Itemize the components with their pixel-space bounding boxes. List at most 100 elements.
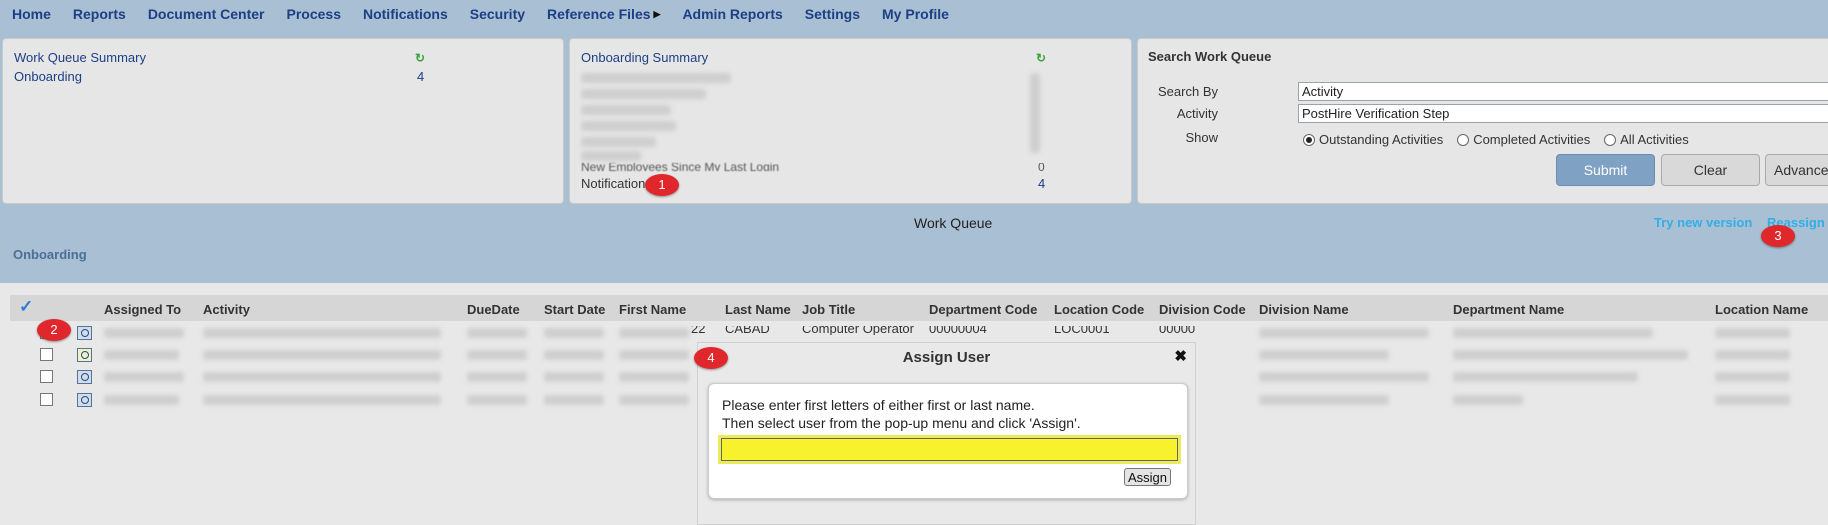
blurred-cell <box>104 395 179 405</box>
section-onboarding-label: Onboarding <box>13 247 87 262</box>
nav-notifications[interactable]: Notifications <box>363 6 448 22</box>
col-division-code[interactable]: Division Code <box>1159 302 1246 317</box>
partial-row-label: New Employees Since My Last Login <box>581 163 780 171</box>
blurred-cell <box>1715 350 1790 360</box>
assign-button[interactable]: Assign <box>1124 468 1171 486</box>
nav-reference-files-label: Reference Files <box>547 6 651 22</box>
row-checkbox[interactable] <box>40 393 53 406</box>
blurred-cell <box>544 395 604 405</box>
caret-right-icon: ▶ <box>653 8 661 19</box>
table-header: ✓ Assigned To Activity DueDate Start Dat… <box>10 295 1828 321</box>
col-activity[interactable]: Activity <box>203 302 250 317</box>
blurred-cell <box>467 350 527 360</box>
try-new-version-link[interactable]: Try new version <box>1654 215 1752 230</box>
col-job-title[interactable]: Job Title <box>802 302 855 317</box>
activity-select[interactable]: PostHire Verification Step <box>1298 104 1828 123</box>
submit-button[interactable]: Submit <box>1556 154 1655 186</box>
blurred-cell <box>203 350 441 360</box>
row-checkbox[interactable] <box>40 370 53 383</box>
blurred-row <box>581 121 676 131</box>
blurred-cell <box>104 350 179 360</box>
nav-admin-reports[interactable]: Admin Reports <box>682 6 782 22</box>
search-title: Search Work Queue <box>1148 49 1272 64</box>
radio-completed[interactable] <box>1457 134 1470 146</box>
nav-my-profile[interactable]: My Profile <box>882 6 949 22</box>
radio-completed-label[interactable]: Completed Activities <box>1473 132 1590 147</box>
col-due-date[interactable]: DueDate <box>467 302 520 317</box>
col-start-date[interactable]: Start Date <box>544 302 605 317</box>
advanced-button[interactable]: Advanced <box>1765 154 1828 186</box>
onboarding-summary-title[interactable]: Onboarding Summary <box>581 50 708 65</box>
col-location-code[interactable]: Location Code <box>1054 302 1144 317</box>
nav-document-center[interactable]: Document Center <box>148 6 265 22</box>
blurred-cell <box>1259 395 1389 405</box>
nav-home[interactable]: Home <box>12 6 51 22</box>
work-queue-title: Work Queue <box>914 215 993 231</box>
annotation-badge-1: 1 <box>645 174 679 196</box>
close-icon[interactable]: ✖ <box>1174 347 1187 365</box>
assign-user-dialog: Assign User ✖ Please enter first letters… <box>697 342 1196 525</box>
blurred-cell <box>544 372 604 382</box>
blurred-row <box>581 151 641 161</box>
col-assigned-to[interactable]: Assigned To <box>104 302 181 317</box>
blurred-cell <box>1453 395 1523 405</box>
blurred-cell <box>203 395 441 405</box>
dialog-title: Assign User <box>902 349 991 366</box>
blurred-cell <box>467 372 527 382</box>
summary-item-notifications[interactable]: Notifications <box>581 176 652 191</box>
col-last-name[interactable]: Last Name <box>725 302 791 317</box>
work-queue-summary-panel: Work Queue Summary ↻ Onboarding 4 <box>2 38 564 204</box>
row-checkbox[interactable] <box>40 348 53 361</box>
nav-process[interactable]: Process <box>287 6 341 22</box>
nav-reports[interactable]: Reports <box>73 6 126 22</box>
radio-all[interactable] <box>1604 134 1617 146</box>
radio-outstanding-label[interactable]: Outstanding Activities <box>1319 132 1443 147</box>
summary-item-onboarding[interactable]: Onboarding <box>14 69 82 84</box>
view-record-icon[interactable] <box>77 393 92 407</box>
work-queue-summary-title[interactable]: Work Queue Summary <box>14 50 146 65</box>
summary-count-onboarding[interactable]: 4 <box>417 69 424 84</box>
search-by-label: Search By <box>1158 84 1218 99</box>
refresh-icon[interactable]: ↻ <box>415 51 425 65</box>
view-record-icon[interactable] <box>77 370 92 384</box>
blurred-cell <box>1715 395 1790 405</box>
edit-record-icon[interactable] <box>77 348 92 362</box>
nav-reference-files[interactable]: Reference Files ▶ <box>547 6 660 22</box>
blurred-cell <box>1259 372 1429 382</box>
select-all-check-icon[interactable]: ✓ <box>19 297 33 317</box>
col-department-code[interactable]: Department Code <box>929 302 1037 317</box>
radio-outstanding[interactable] <box>1303 134 1315 146</box>
dialog-instruction-line1: Please enter first letters of either fir… <box>722 397 1035 413</box>
blurred-cell <box>1453 350 1688 360</box>
refresh-icon[interactable]: ↻ <box>1036 51 1046 65</box>
col-location-name[interactable]: Location Name <box>1715 302 1808 317</box>
col-department-name[interactable]: Department Name <box>1453 302 1564 317</box>
blurred-cell <box>1453 372 1638 382</box>
blurred-row <box>581 137 656 147</box>
annotation-badge-3: 3 <box>1761 225 1795 247</box>
blurred-row <box>581 89 706 99</box>
blurred-row <box>581 73 731 83</box>
summary-count-notifications[interactable]: 4 <box>1038 176 1045 191</box>
blurred-cell <box>1259 350 1389 360</box>
col-first-name[interactable]: First Name <box>619 302 686 317</box>
show-label: Show <box>1185 130 1218 145</box>
blurred-cell <box>544 350 604 360</box>
search-by-select[interactable]: Activity <box>1298 82 1828 101</box>
row1-visible-strip: 22 CABAD Computer Operator 00000004 LOC0… <box>0 326 1828 335</box>
blurred-cell <box>619 372 689 382</box>
blurred-cell <box>619 350 689 360</box>
row1-job-title: Computer Operator <box>802 326 914 335</box>
user-name-input[interactable] <box>718 435 1181 464</box>
col-division-name[interactable]: Division Name <box>1259 302 1349 317</box>
clear-button[interactable]: Clear <box>1661 154 1760 186</box>
partial-row-count: 0 <box>1038 163 1045 171</box>
radio-all-label[interactable]: All Activities <box>1620 132 1689 147</box>
search-work-queue-panel: Search Work Queue Search By Activity Act… <box>1137 38 1828 204</box>
nav-security[interactable]: Security <box>470 6 525 22</box>
dialog-body: Please enter first letters of either fir… <box>708 383 1188 499</box>
row1-department-code: 00000004 <box>929 326 987 335</box>
show-radio-group: Outstanding Activities Completed Activit… <box>1303 131 1699 147</box>
row1-division-code: 00000 <box>1159 326 1196 335</box>
nav-settings[interactable]: Settings <box>805 6 860 22</box>
